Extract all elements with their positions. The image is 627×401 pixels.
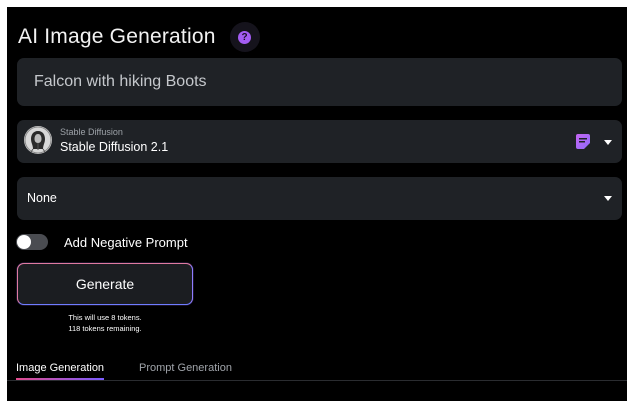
toggle-knob — [17, 235, 31, 249]
help-button[interactable]: ? — [229, 22, 260, 52]
tabs-divider — [7, 380, 627, 381]
header: AI Image Generation ? — [18, 21, 260, 53]
tokens-remaining-text: 118 tokens remaining. — [68, 324, 142, 333]
negative-prompt-toggle[interactable] — [16, 234, 48, 250]
style-select[interactable]: None — [17, 177, 622, 220]
negative-prompt-label: Add Negative Prompt — [64, 234, 188, 250]
generation-tabs: Image Generation Prompt Generation — [7, 360, 627, 382]
tab-image-generation[interactable]: Image Generation — [16, 362, 104, 374]
model-name: Stable Diffusion 2.1 — [60, 140, 169, 154]
stable-diffusion-logo-icon — [24, 126, 52, 154]
edit-document-icon[interactable] — [576, 134, 590, 149]
help-icon: ? — [238, 30, 252, 44]
chevron-down-icon — [604, 140, 612, 145]
model-select[interactable]: Stable Diffusion Stable Diffusion 2.1 — [17, 120, 622, 163]
tokens-usage-text: This will use 8 tokens. — [68, 313, 142, 322]
generate-button[interactable]: Generate — [17, 263, 193, 305]
negative-prompt-row: Add Negative Prompt — [16, 233, 188, 251]
prompt-input[interactable] — [17, 58, 622, 106]
style-selected-value: None — [27, 191, 57, 205]
ai-image-generation-panel: AI Image Generation ? Stable Diffusion S… — [7, 7, 627, 401]
token-info: This will use 8 tokens. 118 tokens remai… — [17, 312, 193, 334]
model-provider-label: Stable Diffusion — [60, 127, 123, 137]
chevron-down-icon — [604, 196, 612, 201]
page-title: AI Image Generation — [18, 25, 216, 48]
tab-prompt-generation[interactable]: Prompt Generation — [139, 362, 232, 374]
